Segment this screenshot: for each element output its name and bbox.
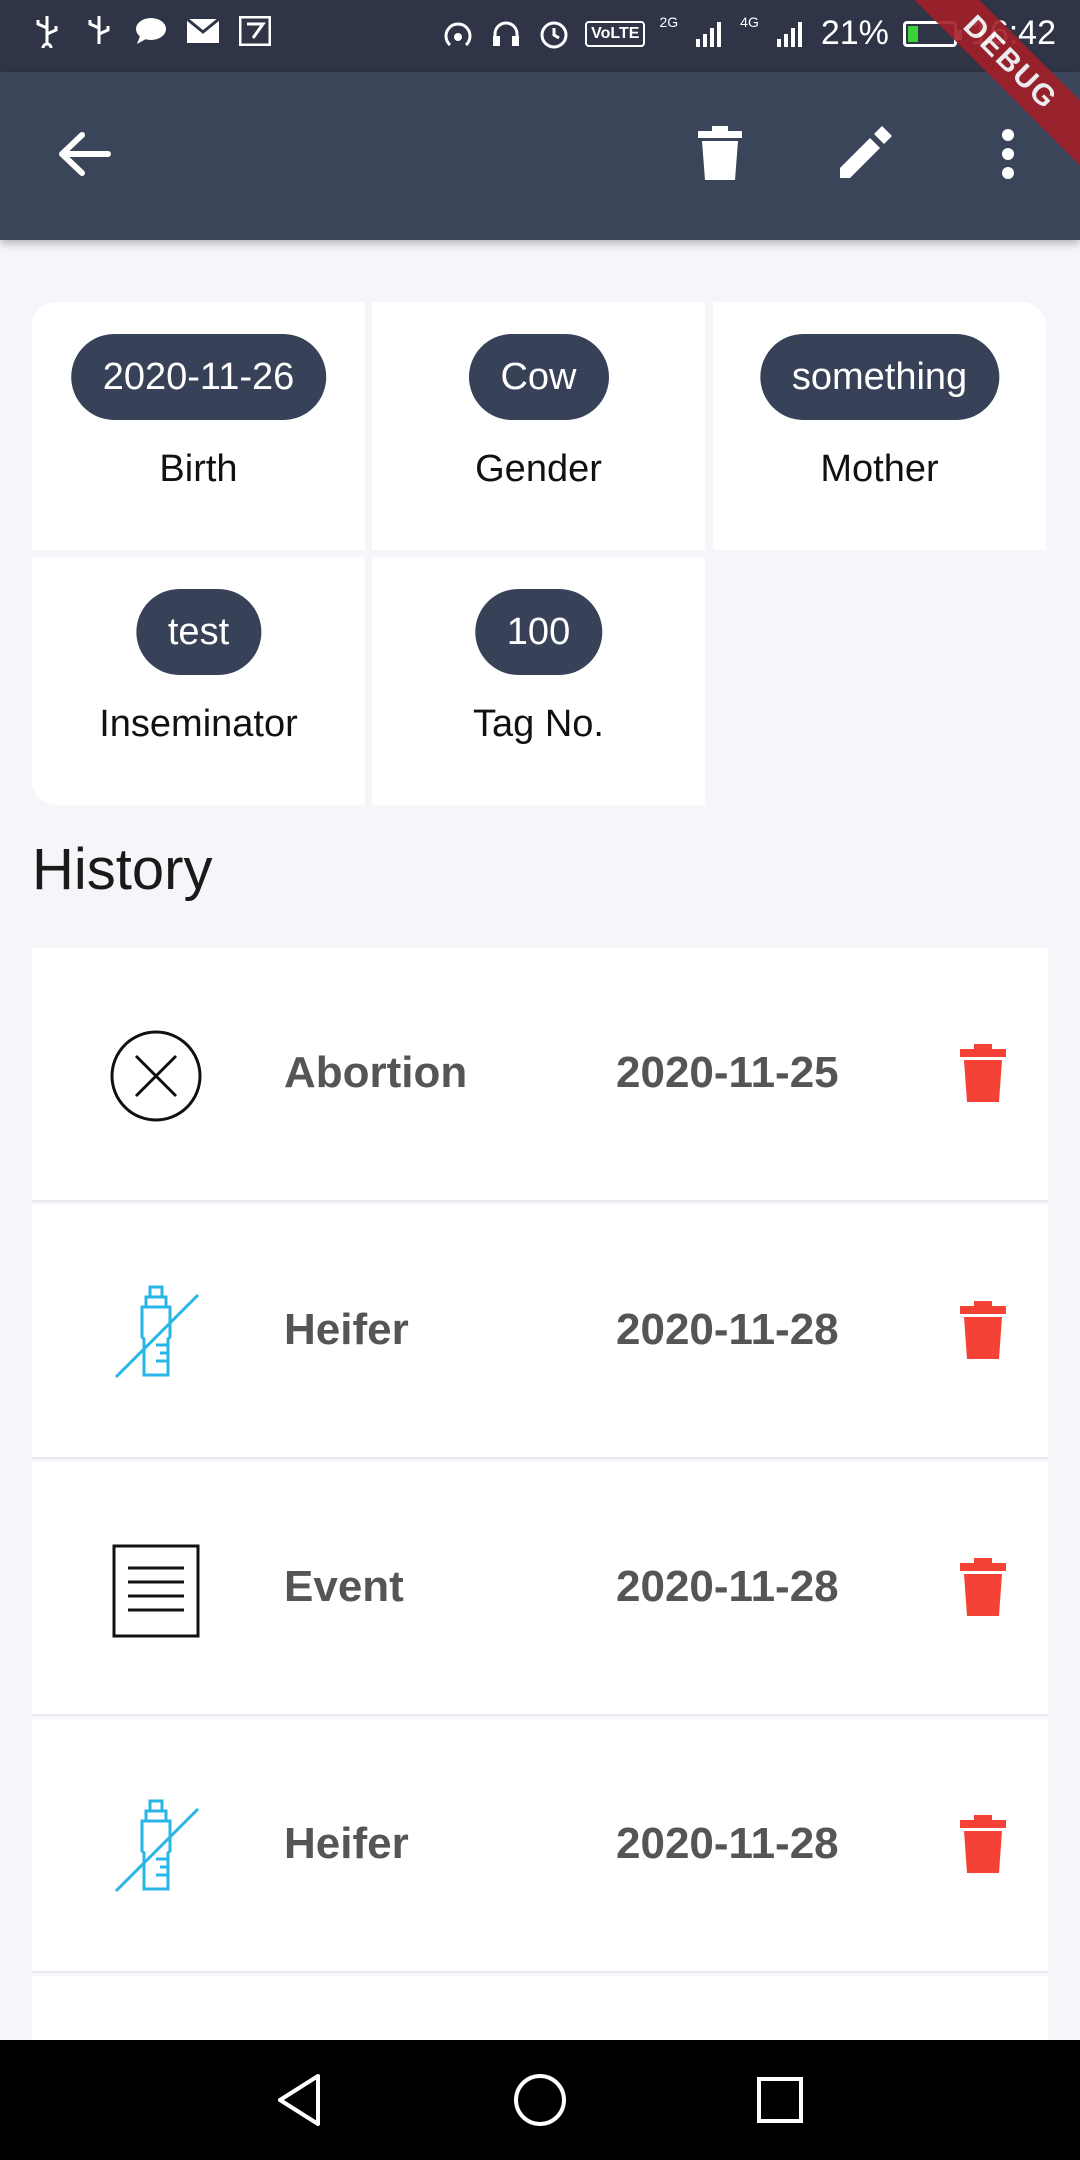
volte-badge: VoLTE — [585, 20, 646, 47]
hotspot-icon — [441, 17, 475, 51]
history-row[interactable]: Heifer 2020-11-28 — [32, 1719, 1048, 1973]
status-bar: VoLTE 2G 4G 21% 16:42 — [0, 0, 1080, 72]
info-card-tag-no: 100 Tag No. — [372, 557, 705, 805]
info-card-birth: 2020-11-26 Birth — [32, 302, 365, 550]
inseminator-label: Inseminator — [99, 703, 298, 745]
history-item-date: 2020-11-28 — [616, 1562, 839, 1611]
history-title: History — [32, 837, 213, 902]
info-card-gender: Cow Gender — [372, 302, 705, 550]
heifer-bottle-icon — [106, 1283, 206, 1383]
edit-button[interactable] — [824, 116, 904, 196]
history-item-date: 2020-11-28 — [616, 1305, 839, 1354]
network-2g-label: 2G — [659, 14, 679, 30]
delete-history-item-button[interactable] — [958, 1301, 1008, 1361]
headset-icon — [489, 17, 523, 51]
gender-value-chip: Cow — [468, 334, 609, 420]
delete-history-item-button[interactable] — [958, 1815, 1008, 1875]
recents-square-icon[interactable] — [750, 2070, 810, 2130]
history-item-name: Event — [284, 1562, 404, 1611]
gender-label: Gender — [475, 448, 602, 490]
notification-icons — [30, 14, 272, 48]
event-document-icon — [106, 1540, 206, 1640]
trash-icon — [698, 125, 742, 187]
signal-icon — [692, 17, 726, 51]
delete-history-item-button[interactable] — [958, 1044, 1008, 1104]
abortion-circle-x-icon — [106, 1026, 206, 1126]
history-row[interactable]: Abortion 2020-11-25 — [32, 948, 1048, 1202]
arrow-back-icon — [56, 129, 112, 184]
network-4g-label: 4G — [740, 14, 759, 30]
inseminator-value-chip: test — [135, 589, 262, 675]
info-card-mother: something Mother — [713, 302, 1046, 550]
battery-percent: 21% — [820, 14, 889, 52]
usb-icon — [30, 14, 64, 48]
more-options-button[interactable] — [968, 116, 1048, 196]
app-icon — [238, 14, 272, 48]
history-item-name: Heifer — [284, 1819, 409, 1868]
history-item-date: 2020-11-25 — [616, 1048, 839, 1097]
usb-icon — [82, 14, 116, 48]
system-navigation-bar — [0, 2040, 1080, 2160]
history-item-name: Heifer — [284, 1305, 409, 1354]
history-row[interactable]: Event 2020-11-28 — [32, 1462, 1048, 1716]
alarm-icon — [537, 17, 571, 51]
signal-icon — [773, 17, 807, 51]
birth-label: Birth — [159, 448, 238, 490]
tag-no-label: Tag No. — [473, 703, 604, 745]
pencil-icon — [836, 125, 892, 187]
history-item-name: Abortion — [284, 1048, 468, 1097]
tag-no-value-chip: 100 — [474, 589, 603, 675]
info-card-inseminator: test Inseminator — [32, 557, 365, 805]
back-triangle-icon[interactable] — [270, 2070, 330, 2130]
birth-value-chip: 2020-11-26 — [70, 334, 327, 420]
history-row[interactable]: Heifer 2020-11-28 — [32, 1205, 1048, 1459]
app-bar — [0, 72, 1080, 240]
heifer-bottle-icon — [106, 1797, 206, 1897]
back-button[interactable] — [44, 116, 124, 196]
mother-value-chip: something — [759, 334, 1000, 420]
mail-icon — [186, 14, 220, 48]
history-item-date: 2020-11-28 — [616, 1819, 839, 1868]
delete-history-item-button[interactable] — [958, 1558, 1008, 1618]
delete-button[interactable] — [680, 116, 760, 196]
chat-bubble-icon — [134, 14, 168, 48]
mother-label: Mother — [820, 448, 939, 490]
more-vert-icon — [1000, 128, 1016, 184]
home-circle-icon[interactable] — [510, 2070, 570, 2130]
